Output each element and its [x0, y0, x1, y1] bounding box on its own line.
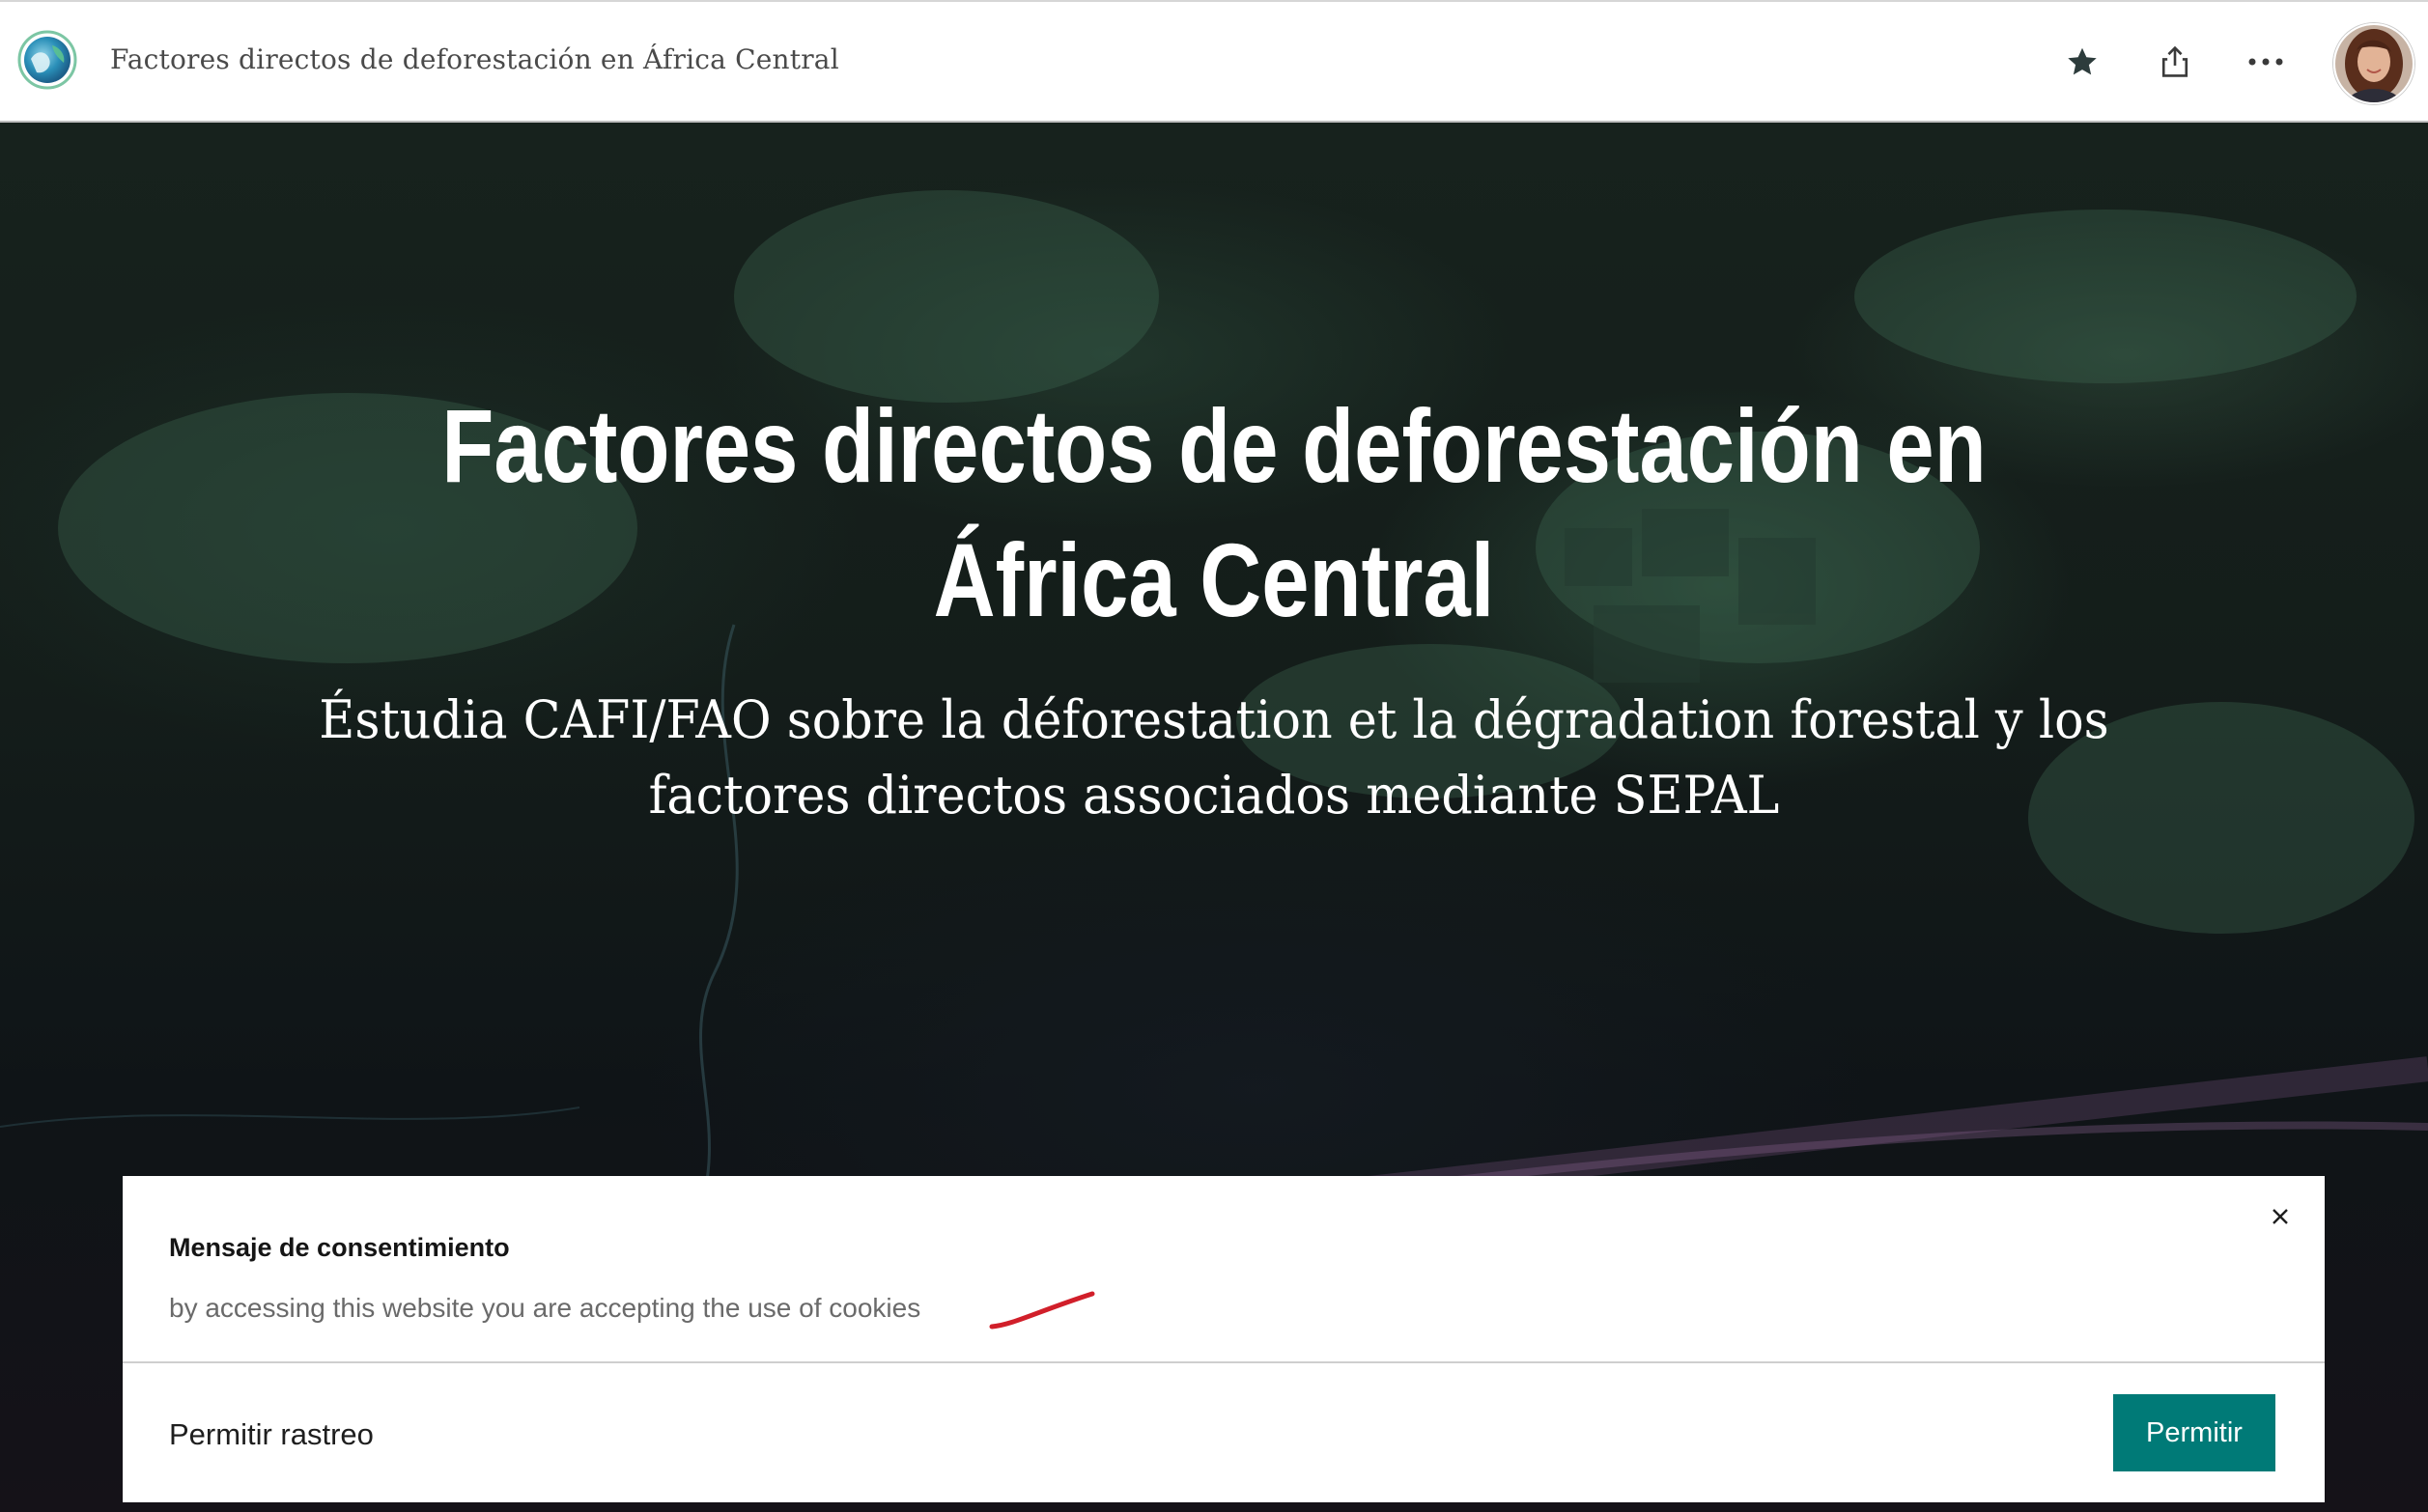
- close-icon: [2273, 1209, 2288, 1224]
- header-title: Factores directos de deforestación en Áf…: [110, 43, 839, 75]
- hero-title: Factores directos de deforestación en Áf…: [441, 387, 1987, 638]
- more-horizontal-icon: [2248, 58, 2283, 66]
- consent-divider: [123, 1361, 2325, 1363]
- consent-close-button[interactable]: [2261, 1197, 2300, 1236]
- user-avatar[interactable]: [2333, 23, 2414, 104]
- favorite-button[interactable]: [2057, 37, 2107, 87]
- consent-title: Mensaje de consentimiento: [169, 1233, 510, 1262]
- star-icon: [2068, 47, 2097, 75]
- more-options-button[interactable]: [2241, 37, 2291, 87]
- share-button[interactable]: [2150, 37, 2200, 87]
- allow-button[interactable]: Permitir: [2113, 1394, 2275, 1471]
- consent-message: by accessing this website you are accept…: [169, 1293, 921, 1323]
- avatar-image: [2335, 25, 2413, 102]
- hero-subtitle: Éstudia CAFI/FAO sobre la déforestation …: [319, 689, 2109, 826]
- allow-tracking-label: Permitir rastreo: [169, 1417, 374, 1451]
- share-icon: [2161, 45, 2188, 77]
- app-header: Factores directos de deforestación en Áf…: [0, 0, 2428, 123]
- red-annotation-stroke: [989, 1291, 1095, 1330]
- globe-logo-icon[interactable]: [17, 30, 77, 90]
- consent-banner: Mensaje de consentimiento by accessing t…: [123, 1176, 2325, 1502]
